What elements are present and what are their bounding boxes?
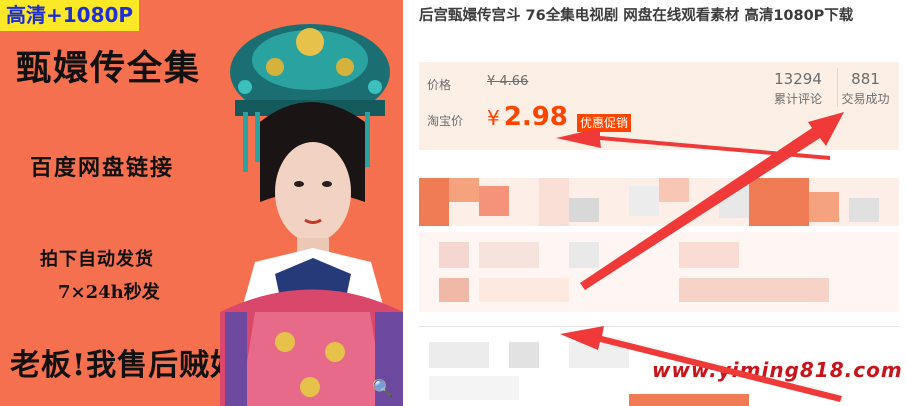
sales-stat[interactable]: 881 交易成功 bbox=[837, 68, 893, 107]
image-text-24h: 7×24h秒发 bbox=[58, 282, 160, 303]
price-panel: 价格 ¥ 4.66 淘宝价 ¥2.98 优惠促销 13294 累计评论 881 … bbox=[419, 62, 899, 150]
product-title[interactable]: 后宫甄嬛传宫斗 76全集电视剧 网盘在线观看素材 高清1080P下载 bbox=[419, 6, 899, 27]
currency-symbol: ¥ bbox=[487, 106, 500, 130]
current-price-value: 2.98 bbox=[503, 102, 568, 132]
image-title: 甄嬛传全集 bbox=[16, 48, 202, 89]
portrait-illustration bbox=[220, 24, 403, 406]
reviews-stat[interactable]: 13294 累计评论 bbox=[769, 68, 827, 107]
reviews-count: 13294 bbox=[774, 70, 822, 88]
hd-badge: 高清+1080P bbox=[0, 0, 140, 31]
divider bbox=[419, 326, 899, 327]
sales-label: 交易成功 bbox=[841, 92, 890, 106]
image-text-netdisk: 百度网盘链接 bbox=[30, 155, 175, 181]
image-text-autoship: 拍下自动发货 bbox=[40, 249, 154, 270]
price-label: 价格 bbox=[427, 78, 452, 92]
magnifier-icon[interactable]: 🔍 bbox=[372, 378, 394, 400]
product-main-image[interactable]: 高清+1080P 甄嬛传全集 百度网盘链接 拍下自动发货 7×24h秒发 老板!… bbox=[0, 0, 403, 406]
promo-badge[interactable]: 优惠促销 bbox=[577, 114, 632, 132]
taobao-price-label: 淘宝价 bbox=[427, 114, 464, 128]
current-price: ¥2.98 bbox=[487, 102, 568, 132]
blurred-option-row bbox=[419, 232, 899, 312]
reviews-label: 累计评论 bbox=[773, 92, 822, 106]
blurred-option-row bbox=[419, 178, 899, 226]
sales-count: 881 bbox=[851, 70, 880, 88]
original-price: ¥ 4.66 bbox=[487, 74, 529, 89]
site-watermark: www.yiming818.com bbox=[652, 358, 903, 382]
